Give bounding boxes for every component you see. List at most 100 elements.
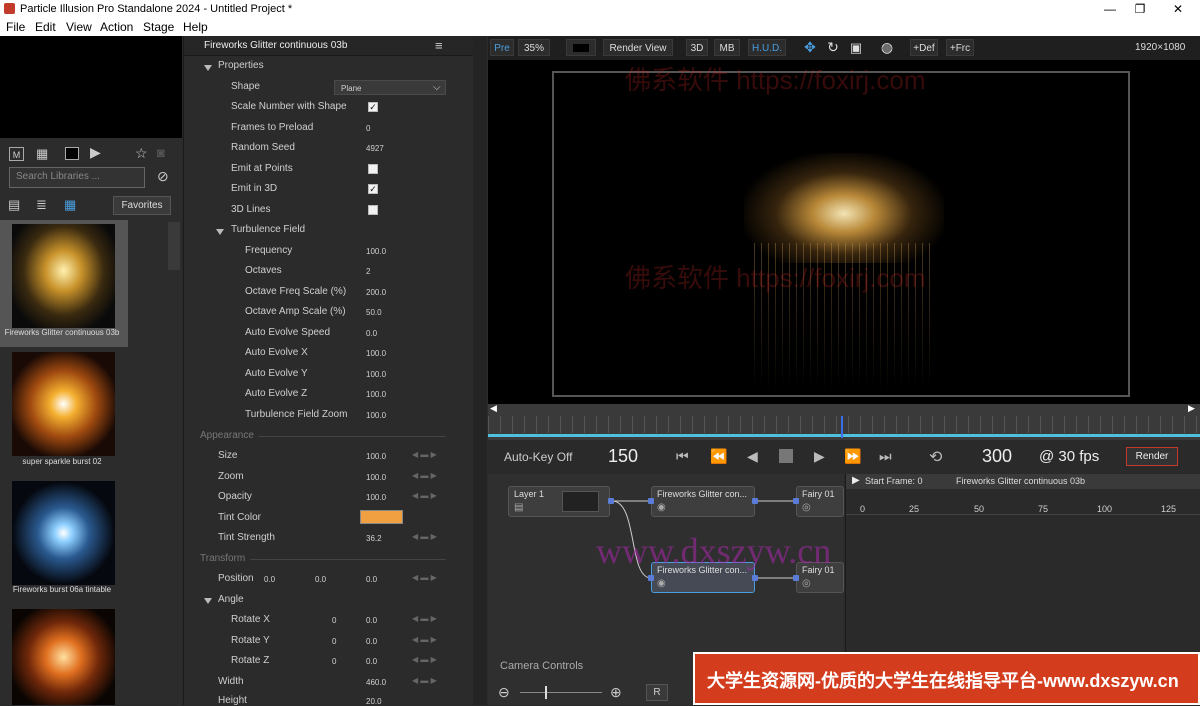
zoom-out-icon[interactable]: ⊖: [498, 684, 510, 701]
width-value[interactable]: 460.0: [366, 678, 386, 687]
octaves-value[interactable]: 2: [366, 267, 370, 276]
zoom-in-icon[interactable]: ⊕: [610, 684, 622, 701]
output-port[interactable]: [752, 575, 758, 581]
out-point-marker[interactable]: ▶: [1188, 403, 1195, 414]
add-force-button[interactable]: +Frc: [946, 39, 974, 56]
add-deflector-button[interactable]: +Def: [910, 39, 938, 56]
input-port[interactable]: [793, 575, 799, 581]
keyframe-icon[interactable]: ◀ ▬ ▶: [412, 471, 437, 480]
move-icon[interactable]: ✥: [800, 39, 820, 56]
scale-number-checkbox[interactable]: ✓: [368, 102, 378, 112]
position-y-value[interactable]: 0.0: [315, 575, 326, 584]
keyframe-icon[interactable]: ◀ ▬ ▶: [412, 655, 437, 664]
globe-icon[interactable]: ◍: [878, 39, 896, 56]
close-button[interactable]: ✕: [1160, 0, 1196, 18]
keyframe-icon[interactable]: ◀ ▬ ▶: [412, 614, 437, 623]
zoom-slider[interactable]: [520, 692, 602, 693]
background-color-select[interactable]: [566, 39, 596, 56]
play-icon[interactable]: ▶: [814, 448, 825, 465]
hud-toggle[interactable]: H.U.D.: [748, 39, 786, 56]
keyframe-icon[interactable]: ◀ ▬ ▶: [412, 532, 437, 541]
auto-z-value[interactable]: 100.0: [366, 390, 386, 399]
menu-help[interactable]: Help: [183, 20, 208, 34]
collapse-icon[interactable]: [204, 598, 212, 604]
size-value[interactable]: 100.0: [366, 452, 386, 461]
keyframe-icon[interactable]: ◀ ▬ ▶: [412, 450, 437, 459]
library-scrollbar[interactable]: [168, 222, 180, 270]
octave-amp-value[interactable]: 50.0: [366, 308, 382, 317]
random-seed-value[interactable]: 4927: [366, 144, 384, 153]
emitter-node[interactable]: Fireworks Glitter con... ◉: [651, 486, 755, 517]
menu-file[interactable]: File: [6, 20, 25, 34]
position-x-value[interactable]: 0.0: [264, 575, 275, 584]
layer-node[interactable]: Layer 1 ▤: [508, 486, 610, 517]
menu-stage[interactable]: Stage: [143, 20, 174, 34]
frames-preload-value[interactable]: 0: [366, 124, 370, 133]
auto-speed-value[interactable]: 0.0: [366, 329, 377, 338]
end-frame[interactable]: 300: [982, 446, 1012, 467]
library-thumb[interactable]: [12, 224, 115, 328]
rotate-z-value[interactable]: 0.0: [366, 657, 377, 666]
rotate-z-turns[interactable]: 0: [332, 657, 336, 666]
go-to-start-icon[interactable]: ⏮: [676, 448, 689, 465]
play-icon[interactable]: ▶: [90, 145, 101, 159]
input-port[interactable]: [793, 498, 799, 504]
library-thumb[interactable]: [12, 352, 115, 456]
shape-select[interactable]: Plane ⌵: [334, 80, 446, 95]
maximize-button[interactable]: ❐: [1122, 0, 1158, 18]
menu-edit[interactable]: Edit: [35, 20, 56, 34]
step-forward-icon[interactable]: ⏩: [844, 448, 861, 465]
fps-label[interactable]: @ 30 fps: [1039, 448, 1099, 465]
auto-y-value[interactable]: 100.0: [366, 370, 386, 379]
input-port[interactable]: [648, 498, 654, 504]
rotate-y-turns[interactable]: 0: [332, 637, 336, 646]
rotate-x-value[interactable]: 0.0: [366, 616, 377, 625]
menu-view[interactable]: View: [66, 20, 92, 34]
rotate-y-value[interactable]: 0.0: [366, 637, 377, 646]
output-port[interactable]: [608, 498, 614, 504]
current-frame[interactable]: 150: [608, 446, 638, 467]
zoom-select[interactable]: 35%: [518, 39, 550, 56]
keyframe-icon[interactable]: ◀ ▬ ▶: [412, 676, 437, 685]
properties-scrollbar[interactable]: [473, 36, 487, 705]
panel-menu-icon[interactable]: ≡: [435, 38, 443, 53]
grid-view-icon[interactable]: ▦: [64, 198, 76, 212]
go-to-end-icon[interactable]: ⏭: [879, 448, 892, 465]
position-z-value[interactable]: 0.0: [366, 575, 377, 584]
reset-camera-button[interactable]: R: [646, 684, 668, 701]
camera-icon[interactable]: ◙: [157, 146, 165, 160]
star-icon[interactable]: ☆: [135, 146, 148, 160]
play-reverse-icon[interactable]: ◀: [747, 448, 758, 465]
output-port[interactable]: [752, 498, 758, 504]
list-view-icon[interactable]: ≣: [36, 198, 47, 212]
zoom-value[interactable]: 100.0: [366, 473, 386, 482]
zoom-slider-handle[interactable]: [545, 686, 547, 699]
render-button[interactable]: Render: [1126, 447, 1178, 466]
layers-icon[interactable]: ▣: [848, 39, 864, 56]
lines-3d-checkbox[interactable]: [368, 205, 378, 215]
stop-icon[interactable]: [779, 449, 793, 463]
rotate-x-turns[interactable]: 0: [332, 616, 336, 625]
field-zoom-value[interactable]: 100.0: [366, 411, 386, 420]
step-back-icon[interactable]: ⏪: [710, 448, 727, 465]
keyframe-icon[interactable]: ◀ ▬ ▶: [412, 573, 437, 582]
favorites-button[interactable]: Favorites: [113, 196, 171, 215]
loop-icon[interactable]: ⟲: [929, 447, 942, 467]
detail-view-icon[interactable]: ▤: [8, 198, 20, 212]
opacity-value[interactable]: 100.0: [366, 493, 386, 502]
tint-strength-value[interactable]: 36.2: [366, 534, 382, 543]
input-port[interactable]: [648, 575, 654, 581]
library-thumb[interactable]: [12, 481, 115, 585]
auto-x-value[interactable]: 100.0: [366, 349, 386, 358]
render-view-select[interactable]: Render View: [603, 39, 673, 56]
emit-3d-checkbox[interactable]: ✓: [368, 184, 378, 194]
menu-action[interactable]: Action: [100, 20, 133, 34]
frequency-value[interactable]: 100.0: [366, 247, 386, 256]
playhead[interactable]: [841, 416, 843, 438]
rotate-icon[interactable]: ↻: [824, 39, 842, 56]
octave-freq-value[interactable]: 200.0: [366, 288, 386, 297]
m-icon[interactable]: M: [9, 147, 24, 161]
black-square-icon[interactable]: [65, 147, 79, 160]
collapse-icon[interactable]: [204, 65, 212, 71]
keyframe-icon[interactable]: ◀ ▬ ▶: [412, 635, 437, 644]
